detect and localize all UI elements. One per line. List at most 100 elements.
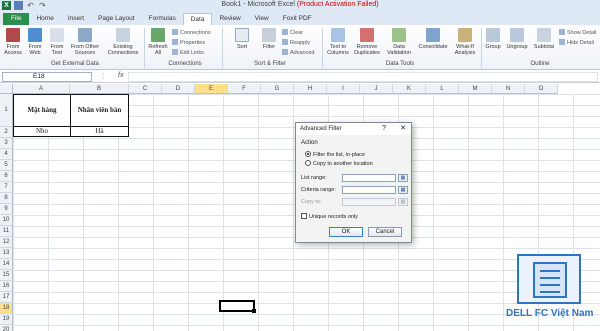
column-header-i[interactable]: I [327,84,360,94]
properties-button[interactable]: Properties [172,39,205,47]
row-header-17[interactable]: 17 [0,292,13,303]
cell-a1[interactable]: Mặt hàng [13,94,71,127]
from-text-button[interactable]: From Text [46,28,68,56]
column-header-o[interactable]: O [525,84,558,94]
ok-button[interactable]: OK [329,227,363,237]
cell-b2[interactable]: Hà [70,126,129,137]
chip-line [540,270,560,272]
row-header-6[interactable]: 6 [0,171,13,182]
web-icon [28,28,42,42]
workbook-title: Book1 - Microsoft Excel [221,1,295,8]
tab-page-layout[interactable]: Page Layout [91,13,142,25]
tab-insert[interactable]: Insert [61,13,91,25]
active-cell-e18[interactable] [219,300,256,313]
clear-filter-button[interactable]: Clear [282,29,303,37]
what-if-analysis-button[interactable]: What-If Analysis [452,28,478,56]
tab-view[interactable]: View [248,13,276,25]
row-header-10[interactable]: 10 [0,215,13,226]
column-header-h[interactable]: H [294,84,327,94]
column-header-f[interactable]: F [228,84,261,94]
column-header-n[interactable]: N [492,84,525,94]
list-range-input[interactable] [342,174,396,182]
row-header-16[interactable]: 16 [0,281,13,292]
tab-file[interactable]: File [3,13,30,25]
row-header-14[interactable]: 14 [0,259,13,270]
cell-b1[interactable]: Nhân viên bán [70,94,129,127]
tab-home[interactable]: Home [29,13,60,25]
data-validation-button[interactable]: Data Validation [384,28,414,56]
existing-connections-button[interactable]: Existing Connections [104,28,142,56]
column-header-k[interactable]: K [393,84,426,94]
column-header-m[interactable]: M [459,84,492,94]
column-header-b[interactable]: B [70,84,129,94]
sort-button[interactable]: Sort [234,28,250,50]
radio-selected-icon[interactable] [305,151,311,157]
row-header-9[interactable]: 9 [0,204,13,215]
consolidate-icon [426,28,440,42]
column-header-e[interactable]: E [195,84,228,94]
subtotal-button[interactable]: Subtotal [531,28,557,50]
criteria-range-collapse-icon[interactable]: ▦ [398,186,408,194]
row-header-20[interactable]: 20 [0,325,13,331]
text-to-columns-button[interactable]: Text to Columns [324,28,352,56]
row-header-12[interactable]: 12 [0,237,13,248]
tab-data[interactable]: Data [182,13,213,25]
ungroup-button[interactable]: Ungroup [505,28,529,50]
row-header-4[interactable]: 4 [0,149,13,160]
criteria-range-input[interactable] [342,186,396,194]
advanced-filter-button[interactable]: Advanced [282,49,314,57]
show-detail-button[interactable]: Show Detail [559,29,596,37]
refresh-all-button[interactable]: Refresh All [146,28,170,56]
hide-detail-button[interactable]: Hide Detail [559,39,594,47]
column-header-d[interactable]: D [162,84,195,94]
remove-duplicates-button[interactable]: Remove Duplicates [352,28,382,56]
chip-line [540,291,560,293]
radio-copy-to-another-location[interactable]: Copy to another location [305,160,373,168]
select-all-corner[interactable] [0,84,13,94]
row-header-3[interactable]: 3 [0,138,13,149]
row-header-18[interactable]: 18 [0,303,13,314]
help-icon[interactable]: ? [382,123,386,135]
from-web-button[interactable]: From Web [24,28,46,56]
column-header-l[interactable]: L [426,84,459,94]
formula-input[interactable] [128,72,598,82]
tab-review[interactable]: Review [212,13,247,25]
tab-foxit-pdf[interactable]: Foxit PDF [276,13,319,25]
insert-function-icon[interactable]: fx [118,72,123,79]
row-header-1[interactable]: 1 [0,94,13,127]
unique-records-checkbox[interactable]: Unique records only [301,213,358,221]
from-other-sources-button[interactable]: From Other Sources [68,28,102,56]
group-button[interactable]: Group [483,28,503,50]
row-header-8[interactable]: 8 [0,193,13,204]
radio-filter-in-place[interactable]: Filter the list, in-place [305,151,365,159]
row-header-13[interactable]: 13 [0,248,13,259]
cell-a2[interactable]: Nho [13,126,71,137]
connections-button[interactable]: Connections [172,29,211,37]
tab-formulas[interactable]: Formulas [142,13,183,25]
row-header-5[interactable]: 5 [0,160,13,171]
column-header-j[interactable]: J [360,84,393,94]
row-header-15[interactable]: 15 [0,270,13,281]
row-header-7[interactable]: 7 [0,182,13,193]
group-label-sort-filter: Sort & Filter [254,61,286,67]
row-header-2[interactable]: 2 [0,127,13,138]
name-box[interactable]: E18 [2,72,92,82]
chip-icon [533,262,567,298]
column-header-c[interactable]: C [129,84,162,94]
row-header-19[interactable]: 19 [0,314,13,325]
list-range-collapse-icon[interactable]: ▦ [398,174,408,182]
radio-unselected-icon[interactable] [305,160,311,166]
reapply-button[interactable]: Reapply [282,39,310,47]
edit-links-button[interactable]: Edit Links [172,49,204,57]
connections-icon [116,28,130,42]
filter-button[interactable]: Filter [260,28,278,50]
column-header-g[interactable]: G [261,84,294,94]
close-icon[interactable]: ✕ [400,123,406,135]
checkbox-icon[interactable] [301,213,307,219]
consolidate-button[interactable]: Consolidate [416,28,450,50]
cancel-button[interactable]: Cancel [368,227,402,237]
from-access-button[interactable]: From Access [2,28,24,56]
row-header-11[interactable]: 11 [0,226,13,237]
column-header-a[interactable]: A [13,84,70,94]
formula-bar: E18 ⋮ fx [0,71,600,83]
